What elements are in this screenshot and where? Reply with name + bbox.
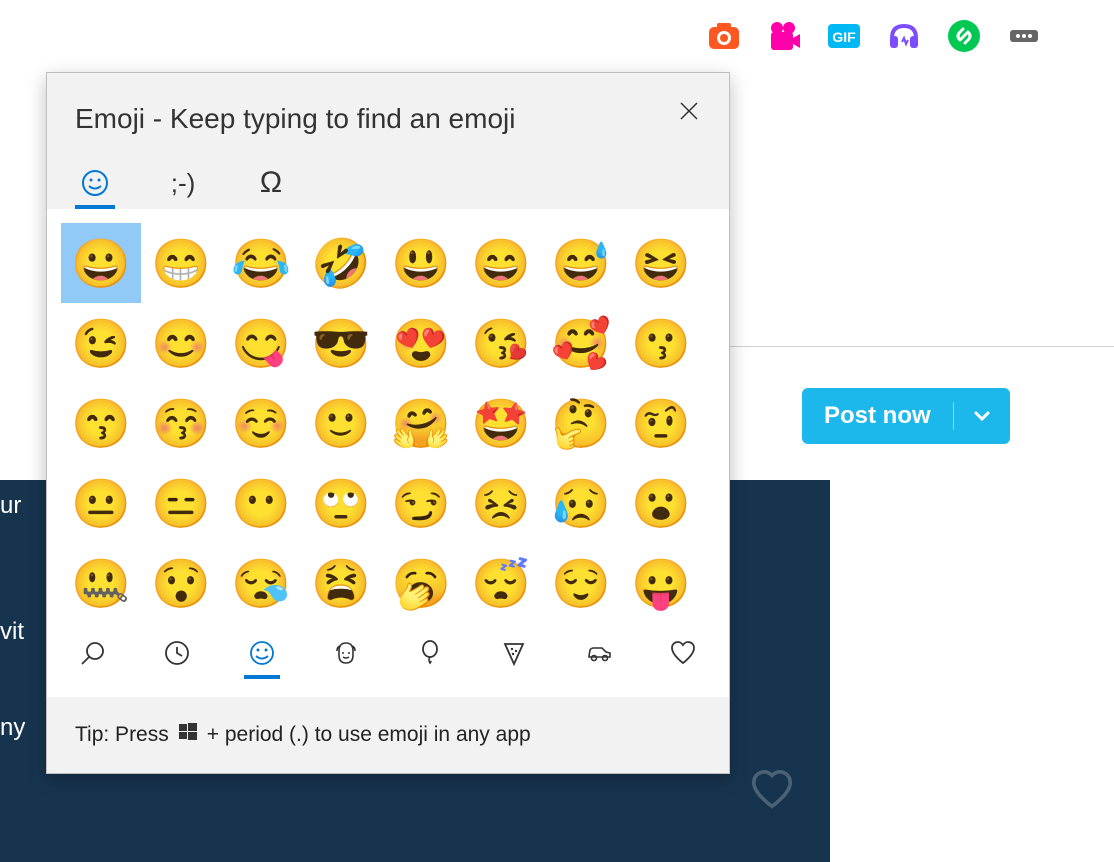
emoji-item[interactable]: 🙄 [301,463,381,543]
emoji-item[interactable]: 😚 [141,383,221,463]
emoji-item[interactable]: 😁 [141,223,221,303]
emoji-item[interactable]: 😅 [541,223,621,303]
emoji-item[interactable]: 🥱 [381,543,461,623]
emoji-item[interactable]: 😃 [381,223,461,303]
category-search-icon[interactable] [75,631,111,679]
emoji-item[interactable]: 😌 [541,543,621,623]
bg-text-fragment: ny [0,714,25,742]
post-now-label: Post now [802,402,953,430]
bg-text-fragment: ur [0,492,21,520]
camera-icon[interactable] [706,18,742,54]
emoji-tip: Tip: Press + period (.) to use emoji in … [47,697,729,773]
category-people-icon[interactable] [328,631,364,679]
emoji-item[interactable]: 😪 [221,543,301,623]
emoji-item[interactable]: 🙂 [301,383,381,463]
windows-key-icon [177,721,199,749]
category-food-icon[interactable] [496,631,532,679]
tip-suffix: + period (.) to use emoji in any app [207,723,531,747]
emoji-picker-panel: Emoji - Keep typing to find an emoji ;-)… [46,72,730,774]
emoji-item[interactable]: 😉 [61,303,141,383]
separator [730,346,1114,347]
tip-prefix: Tip: Press [75,723,169,747]
emoji-panel-title: Emoji - Keep typing to find an emoji [75,103,701,135]
link-icon[interactable] [946,18,982,54]
category-recent-icon[interactable] [159,631,195,679]
category-celebration-icon[interactable] [412,631,448,679]
emoji-item[interactable]: 😐 [61,463,141,543]
audio-icon[interactable] [886,18,922,54]
gif-icon[interactable]: GIF [826,18,862,54]
emoji-item[interactable]: 😋 [221,303,301,383]
emoji-item[interactable]: 😙 [61,383,141,463]
post-now-button[interactable]: Post now [802,388,1010,444]
emoji-item[interactable]: 😯 [141,543,221,623]
more-icon[interactable] [1006,18,1042,54]
emoji-item[interactable]: 😄 [461,223,541,303]
emoji-panel-tabs: ;-) Ω [47,143,729,209]
emoji-item[interactable]: 😮 [621,463,701,543]
heart-icon [750,770,794,815]
emoji-item[interactable]: 😥 [541,463,621,543]
emoji-item[interactable]: 😀 [61,223,141,303]
emoji-item[interactable]: 🤔 [541,383,621,463]
category-transport-icon[interactable] [581,631,617,679]
emoji-item[interactable]: 🤣 [301,223,381,303]
emoji-item[interactable]: 😘 [461,303,541,383]
emoji-grid: 😀😁😂🤣😃😄😅😆 😉😊😋😎😍😘🥰😗 😙😚☺️🙂🤗🤩🤔🤨 😐😑😶🙄😏😣😥😮 🤐😯😪😫🥱😴😌… [61,223,715,623]
emoji-item[interactable]: 😂 [221,223,301,303]
post-dropdown-chevron[interactable] [954,406,1010,426]
tab-kaomoji[interactable]: ;-) [163,161,203,209]
close-icon[interactable] [675,97,703,125]
emoji-item[interactable]: 😗 [621,303,701,383]
emoji-item[interactable]: 😏 [381,463,461,543]
emoji-item[interactable]: ☺️ [221,383,301,463]
emoji-item[interactable]: 😍 [381,303,461,383]
emoji-item[interactable]: 😊 [141,303,221,383]
emoji-item[interactable]: 🤩 [461,383,541,463]
tab-symbols[interactable]: Ω [251,161,291,209]
tab-emoji[interactable] [75,161,115,209]
emoji-item[interactable]: 😆 [621,223,701,303]
emoji-category-row [47,627,729,697]
emoji-item[interactable]: 😎 [301,303,381,383]
emoji-item[interactable]: 😫 [301,543,381,623]
bg-text-fragment: vit [0,618,24,646]
video-icon[interactable] [766,18,802,54]
emoji-item[interactable]: 🤐 [61,543,141,623]
emoji-item[interactable]: 😴 [461,543,541,623]
emoji-item[interactable]: 😣 [461,463,541,543]
emoji-item[interactable]: 😛 [621,543,701,623]
emoji-item[interactable]: 😶 [221,463,301,543]
category-heart-icon[interactable] [665,631,701,679]
emoji-item[interactable]: 🤨 [621,383,701,463]
category-smileys-icon[interactable] [244,631,280,679]
emoji-item[interactable]: 😑 [141,463,221,543]
compose-toolbar: GIF [706,18,1042,54]
svg-text:GIF: GIF [832,29,856,45]
emoji-item[interactable]: 🤗 [381,383,461,463]
emoji-item[interactable]: 🥰 [541,303,621,383]
